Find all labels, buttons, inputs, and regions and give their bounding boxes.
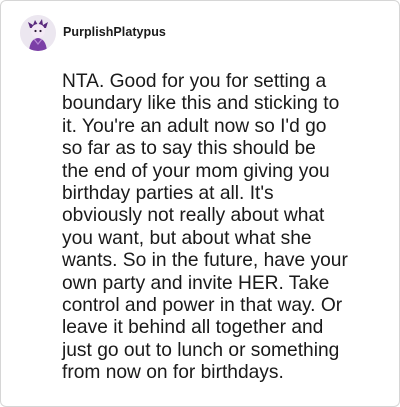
comment-body: NTA. Good for you for setting a boundary… <box>62 71 348 384</box>
comment-card: PurplishPlatypus NTA. Good for you for s… <box>0 0 400 407</box>
purple-character-avatar-icon[interactable] <box>20 15 56 51</box>
username[interactable]: PurplishPlatypus <box>63 25 166 39</box>
comment-header: PurplishPlatypus <box>20 15 166 51</box>
